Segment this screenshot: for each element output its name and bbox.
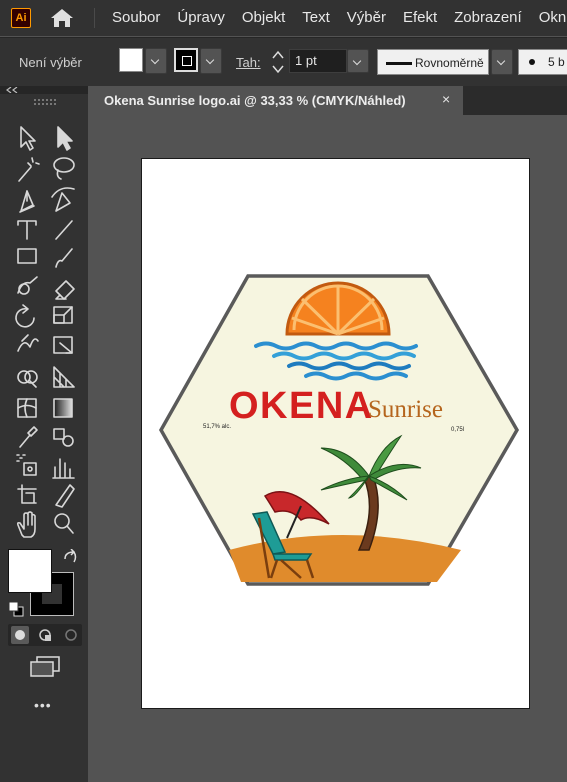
- brush-size-label: 5 b: [548, 55, 565, 69]
- stroke-profile-dropdown[interactable]: [491, 49, 513, 75]
- fill-swatch[interactable]: [119, 48, 143, 72]
- fill-dropdown[interactable]: [145, 48, 167, 74]
- alcohol-label: 51,7% alc.: [203, 424, 231, 430]
- gradient-tool-icon[interactable]: [53, 398, 73, 418]
- rotate-tool-icon[interactable]: [15, 304, 35, 328]
- paintbrush-tool-icon[interactable]: [55, 248, 73, 268]
- menu-bar: Ai Soubor Úpravy Objekt Text Výběr Efekt…: [0, 0, 567, 36]
- stroke-swatch[interactable]: [174, 48, 198, 72]
- perspective-grid-tool-icon[interactable]: [53, 366, 75, 388]
- stroke-dropdown[interactable]: [200, 48, 222, 74]
- brand-tagline: Sunrise: [368, 396, 443, 423]
- screen-mode-icon[interactable]: [29, 656, 61, 678]
- menu-upravy[interactable]: Úpravy: [177, 0, 225, 36]
- brush-dot-icon: [529, 59, 535, 65]
- swap-fill-stroke-icon[interactable]: [62, 549, 80, 567]
- menu-items: Soubor Úpravy Objekt Text Výběr Efekt Zo…: [112, 0, 567, 36]
- stroke-weight-dropdown[interactable]: [347, 49, 369, 73]
- warp-tool-icon[interactable]: [17, 334, 39, 352]
- menu-separator: [94, 8, 95, 28]
- eraser-tool-icon[interactable]: [55, 280, 75, 300]
- illustrator-logo: Ai: [11, 8, 31, 28]
- menu-soubor[interactable]: Soubor: [112, 0, 160, 36]
- line-tool-icon[interactable]: [55, 220, 73, 240]
- column-graph-tool-icon[interactable]: [52, 458, 75, 479]
- stroke-profile-line: [386, 62, 412, 65]
- tools-panel-header: [0, 86, 88, 94]
- menu-objekt[interactable]: Objekt: [242, 0, 285, 36]
- stroke-label[interactable]: Tah:: [236, 55, 261, 70]
- blend-tool-icon[interactable]: [53, 428, 74, 447]
- magic-wand-tool-icon[interactable]: [18, 157, 40, 182]
- rectangle-tool-icon[interactable]: [17, 248, 37, 264]
- menu-efekt[interactable]: Efekt: [403, 0, 437, 36]
- stroke-weight-input[interactable]: 1 pt: [289, 49, 347, 73]
- mesh-tool-icon[interactable]: [17, 398, 37, 418]
- tool-icons: [15, 126, 75, 538]
- okena-logo-artwork[interactable]: OKENA Sunrise 51,7% alc. 0,75l: [141, 158, 530, 709]
- gradient-mode-icon[interactable]: [38, 628, 52, 642]
- selection-status: Není výběr: [19, 55, 82, 70]
- selection-tool-icon[interactable]: [20, 126, 36, 151]
- menu-text[interactable]: Text: [302, 0, 330, 36]
- document-tab-title: Okena Sunrise logo.ai @ 33,33 % (CMYK/Ná…: [104, 93, 406, 108]
- collapse-panel-icon[interactable]: [6, 87, 18, 93]
- hand-tool-icon[interactable]: [16, 511, 36, 538]
- artboard-tool-icon[interactable]: [17, 484, 37, 504]
- curvature-tool-icon[interactable]: [51, 187, 75, 212]
- free-transform-tool-icon[interactable]: [53, 336, 73, 354]
- brush-select[interactable]: 5 b: [518, 49, 567, 75]
- zoom-tool-icon[interactable]: [54, 513, 74, 534]
- default-colors-icon[interactable]: [8, 601, 24, 617]
- shaper-tool-icon[interactable]: [17, 276, 38, 295]
- direct-selection-tool-icon[interactable]: [57, 126, 73, 151]
- scale-tool-icon[interactable]: [53, 306, 73, 324]
- brand-name: OKENA: [229, 385, 374, 427]
- fill-color-box[interactable]: [8, 549, 52, 593]
- more-tools-icon[interactable]: •••: [34, 697, 52, 713]
- stroke-stepper-icon[interactable]: [270, 49, 286, 75]
- eyedropper-tool-icon[interactable]: [19, 426, 38, 448]
- slice-tool-icon[interactable]: [55, 484, 75, 508]
- menu-vyber[interactable]: Výběr: [347, 0, 386, 36]
- document-tab[interactable]: Okena Sunrise logo.ai @ 33,33 % (CMYK/Ná…: [92, 86, 463, 116]
- volume-label: 0,75l: [451, 427, 464, 433]
- color-mode-icon[interactable]: [13, 628, 27, 642]
- stroke-profile-label: Rovnoměrně: [415, 56, 484, 70]
- panel-grip-icon[interactable]: [34, 99, 56, 105]
- symbol-sprayer-tool-icon[interactable]: [16, 454, 37, 476]
- menu-okno[interactable]: Okn: [539, 0, 567, 36]
- lasso-tool-icon[interactable]: [53, 157, 75, 180]
- type-tool-icon[interactable]: [17, 220, 37, 240]
- menu-zobrazeni[interactable]: Zobrazení: [454, 0, 522, 36]
- close-tab-icon[interactable]: ×: [442, 91, 450, 107]
- none-mode-icon[interactable]: [64, 628, 78, 642]
- control-bar: Není výběr Tah: 1 pt Rovnoměrně 5 b: [0, 37, 567, 86]
- pen-tool-icon[interactable]: [19, 190, 35, 213]
- stroke-swatch-inner: [182, 56, 192, 66]
- stroke-profile-select[interactable]: Rovnoměrně: [377, 49, 489, 75]
- color-mode-group: [8, 624, 82, 646]
- shape-builder-tool-icon[interactable]: [17, 370, 38, 388]
- home-icon[interactable]: [50, 8, 74, 28]
